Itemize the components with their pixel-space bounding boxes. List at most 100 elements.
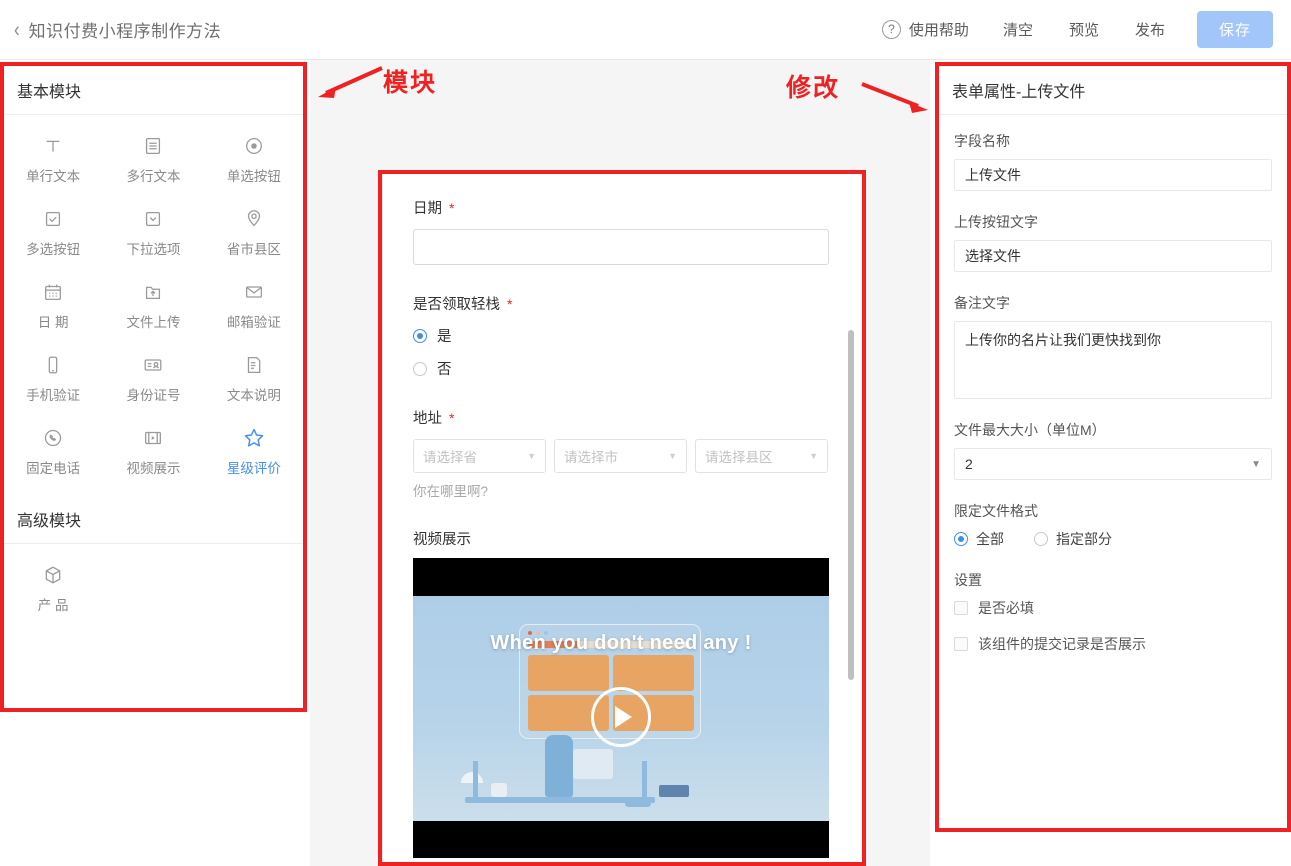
checkbox-show-in-records[interactable]: 该组件的提交记录是否展示	[954, 634, 1272, 654]
module-radio-button[interactable]: 单选按钮	[204, 125, 304, 198]
page-title: 知识付费小程序制作方法	[29, 17, 222, 42]
module-label: 日 期	[38, 311, 69, 331]
file-format-radios: 全部 指定部分	[954, 529, 1272, 549]
date-input[interactable]	[413, 229, 829, 265]
property-field-name: 字段名称 上传文件	[954, 131, 1272, 191]
remark-text-label: 备注文字	[954, 293, 1272, 313]
city-select[interactable]: 请选择市 ▼	[554, 439, 687, 473]
radio-label: 否	[437, 358, 452, 379]
province-select[interactable]: 请选择省 ▼	[413, 439, 546, 473]
canvas-scrollbar[interactable]	[848, 330, 854, 680]
advanced-modules-title: 高级模块	[3, 494, 304, 544]
help-label: 使用帮助	[909, 19, 969, 40]
required-mark: *	[449, 201, 454, 215]
form-field-address: 地址 * 请选择省 ▼ 请选择市 ▼ 请选择县区	[413, 407, 833, 500]
form-field-date: 日期 *	[413, 197, 833, 265]
calendar-icon	[42, 280, 64, 304]
module-checkbox[interactable]: 多选按钮	[3, 198, 103, 271]
max-file-size-select[interactable]: 2 ▼	[954, 448, 1272, 480]
help-button[interactable]: ? 使用帮助	[866, 19, 985, 40]
required-mark: *	[449, 411, 454, 425]
play-triangle	[615, 706, 632, 728]
module-date[interactable]: 日 期	[3, 271, 103, 344]
module-email-verify[interactable]: 邮箱验证	[204, 271, 304, 344]
books-graphic	[659, 785, 689, 797]
file-format-option-specific[interactable]: 指定部分	[1034, 529, 1112, 549]
module-label: 下拉选项	[126, 238, 180, 258]
document-text-icon	[243, 353, 265, 377]
file-format-label: 限定文件格式	[954, 501, 1272, 521]
module-file-upload[interactable]: 文件上传	[103, 271, 203, 344]
module-label: 手机验证	[26, 384, 80, 404]
play-circle-icon[interactable]	[591, 687, 651, 747]
star-icon	[242, 426, 266, 450]
radio-icon	[413, 329, 427, 343]
header-actions: ? 使用帮助 清空 预览 发布 保存	[866, 11, 1273, 48]
field-label: 日期	[413, 197, 442, 218]
chevron-down-icon: ▼	[809, 451, 818, 461]
save-button[interactable]: 保存	[1197, 11, 1273, 48]
module-single-line-text[interactable]: 单行文本	[3, 125, 103, 198]
form-field-video: 视频展示	[413, 528, 833, 858]
radio-option-no[interactable]: 否	[413, 358, 833, 379]
required-mark: *	[507, 297, 512, 311]
radio-icon	[1034, 532, 1048, 546]
chevron-down-icon: ▼	[1251, 459, 1261, 470]
video-caption: When you don't need any !	[413, 632, 829, 655]
max-file-size-value: 2	[965, 456, 973, 472]
checkbox-icon	[954, 637, 968, 651]
district-placeholder: 请选择县区	[705, 446, 773, 466]
publish-button[interactable]: 发布	[1117, 19, 1183, 40]
remark-text-textarea[interactable]: 上传你的名片让我们更快找到你	[954, 321, 1272, 399]
module-label: 省市县区	[227, 238, 281, 258]
form-field-radio: 是否领取轻栈 * 是 否	[413, 293, 833, 379]
radio-icon	[954, 532, 968, 546]
module-text-description[interactable]: 文本说明	[204, 344, 304, 417]
radio-option-yes[interactable]: 是	[413, 325, 833, 346]
form-preview-card: 日期 * 是否领取轻栈 * 是 否	[382, 172, 864, 866]
basic-modules-grid: 单行文本 多行文本 单选按钮	[3, 115, 304, 494]
settings-label: 设置	[954, 570, 1272, 590]
field-label-row: 是否领取轻栈 *	[413, 293, 833, 314]
checkbox-required[interactable]: 是否必填	[954, 598, 1272, 618]
district-select[interactable]: 请选择县区 ▼	[695, 439, 828, 473]
app-root: ‹ 知识付费小程序制作方法 ? 使用帮助 清空 预览 发布 保存 基本模块	[0, 0, 1291, 866]
clear-button[interactable]: 清空	[985, 19, 1051, 40]
laptop-graphic	[573, 749, 613, 779]
module-dropdown[interactable]: 下拉选项	[103, 198, 203, 271]
module-product[interactable]: 产 品	[3, 554, 103, 627]
properties-panel: 表单属性-上传文件 字段名称 上传文件 上传按钮文字 选择文件 备注文字 上传你…	[937, 64, 1289, 830]
person-graphic	[545, 735, 573, 797]
form-canvas: 日期 * 是否领取轻栈 * 是 否	[310, 60, 930, 866]
remark-text-value: 上传你的名片让我们更快找到你	[965, 332, 1161, 348]
radio-icon	[413, 362, 427, 376]
module-region-picker[interactable]: 省市县区	[204, 198, 304, 271]
file-format-option-all[interactable]: 全部	[954, 529, 1004, 549]
preview-button[interactable]: 预览	[1051, 19, 1117, 40]
location-pin-icon	[243, 207, 265, 231]
module-id-card[interactable]: 身份证号	[103, 344, 203, 417]
module-multi-line-text[interactable]: 多行文本	[103, 125, 203, 198]
module-star-rating[interactable]: 星级评价	[204, 417, 304, 490]
module-video-display[interactable]: 视频展示	[103, 417, 203, 490]
radio-button-icon	[243, 134, 265, 158]
address-selects: 请选择省 ▼ 请选择市 ▼ 请选择县区 ▼	[413, 439, 833, 473]
field-name-input[interactable]: 上传文件	[954, 159, 1272, 191]
address-hint: 你在哪里啊?	[413, 480, 833, 500]
form-fields: 日期 * 是否领取轻栈 * 是 否	[383, 173, 863, 858]
checkbox-icon	[954, 601, 968, 615]
back-button[interactable]: ‹ 知识付费小程序制作方法	[14, 17, 221, 42]
video-player[interactable]: When you don't need any !	[413, 558, 829, 858]
module-landline-phone[interactable]: 固定电话	[3, 417, 103, 490]
module-label: 产 品	[38, 594, 69, 614]
advanced-modules-grid: 产 品	[3, 544, 304, 631]
property-remark-text: 备注文字 上传你的名片让我们更快找到你	[954, 293, 1272, 399]
plant-graphic	[491, 783, 507, 797]
annotation-label-module: 模块	[383, 63, 437, 99]
module-label: 视频展示	[126, 457, 180, 477]
mobile-phone-icon	[42, 353, 64, 377]
id-card-icon	[142, 353, 164, 377]
upload-button-text-input[interactable]: 选择文件	[954, 240, 1272, 272]
module-sidebar: 基本模块 单行文本 多行文本	[2, 64, 305, 710]
module-mobile-verify[interactable]: 手机验证	[3, 344, 103, 417]
